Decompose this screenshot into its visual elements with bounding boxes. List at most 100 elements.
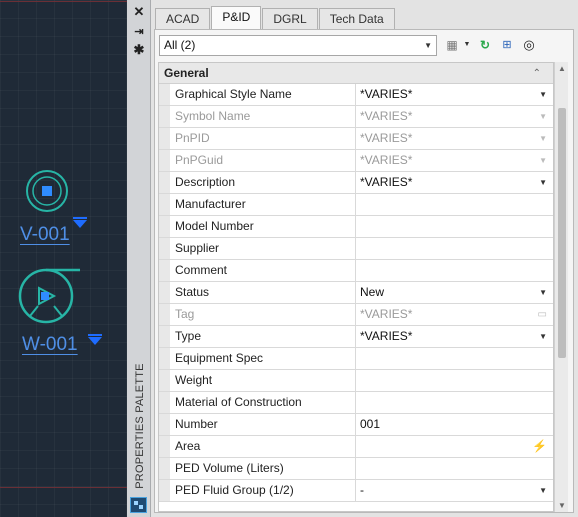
property-row[interactable]: PnPID *VARIES* ▼	[159, 128, 553, 150]
property-row[interactable]: Tag *VARIES* ▭	[159, 304, 553, 326]
property-row[interactable]: Equipment Spec	[159, 348, 553, 370]
vessel-symbol[interactable]	[24, 168, 70, 214]
property-name: Equipment Spec	[170, 348, 356, 369]
row-gutter	[159, 150, 170, 171]
property-value[interactable]: New ▼	[356, 282, 553, 303]
property-row[interactable]: Graphical Style Name *VARIES* ▼	[159, 84, 553, 106]
chevron-down-icon[interactable]: ▼	[539, 84, 547, 105]
row-gutter	[159, 128, 170, 149]
collapse-icon[interactable]: ⌃	[533, 63, 541, 84]
row-gutter	[159, 348, 170, 369]
tag-label[interactable]: V-001	[20, 224, 70, 246]
property-name: Comment	[170, 260, 356, 281]
settings-icon[interactable]: ✱	[131, 42, 147, 58]
property-row[interactable]: PED Volume (Liters)	[159, 458, 553, 480]
property-row[interactable]: Supplier	[159, 238, 553, 260]
property-row[interactable]: Model Number	[159, 216, 553, 238]
tab-pid[interactable]: P&ID	[211, 6, 262, 29]
property-value-text: *VARIES*	[360, 307, 413, 321]
property-value-text: *VARIES*	[360, 109, 413, 123]
toggle-pickadd-icon[interactable]: ↻	[477, 37, 493, 53]
vertical-scrollbar[interactable]: ▲ ▼	[554, 62, 568, 512]
auto-hide-icon[interactable]: ⇥	[131, 24, 147, 40]
property-name: Description	[170, 172, 356, 193]
property-value[interactable]	[356, 194, 553, 215]
palette-title-bar[interactable]: ✕ ⇥ ✱ PROPERTIES PALETTE	[127, 0, 151, 517]
property-name: PED Fluid Group (1/2)	[170, 480, 356, 501]
property-value[interactable]: ⚡	[356, 436, 553, 457]
tag-edit-icon[interactable]: ▭	[538, 304, 547, 325]
chevron-down-icon: ▼	[539, 112, 547, 121]
property-row[interactable]: Area ⚡	[159, 436, 553, 458]
chevron-down-icon: ▼	[539, 156, 547, 165]
tag-marker-triangle	[88, 337, 102, 345]
property-value[interactable]: *VARIES* ▼	[356, 172, 553, 193]
property-value[interactable]	[356, 216, 553, 237]
property-value[interactable]: *VARIES* ▼	[356, 84, 553, 105]
tag-label[interactable]: W-001	[22, 334, 78, 356]
palette-app-icon[interactable]	[130, 497, 147, 513]
property-value[interactable]: - ▼	[356, 480, 553, 501]
property-value: *VARIES* ▼	[356, 150, 553, 171]
scroll-up-icon[interactable]: ▲	[558, 64, 566, 73]
property-row[interactable]: PnPGuid *VARIES* ▼	[159, 150, 553, 172]
tag-marker-bar	[88, 334, 102, 336]
property-name: Material of Construction	[170, 392, 356, 413]
chevron-down-icon: ▼	[424, 41, 432, 50]
properties-palette: ✕ ⇥ ✱ PROPERTIES PALETTE ACAD P&ID DGRL …	[127, 0, 578, 517]
property-row[interactable]: Weight	[159, 370, 553, 392]
scroll-thumb[interactable]	[558, 108, 566, 358]
selection-dropdown[interactable]: All (2) ▼	[159, 35, 437, 56]
chevron-down-icon[interactable]: ▼	[539, 326, 547, 347]
property-value[interactable]	[356, 238, 553, 259]
row-gutter	[159, 260, 170, 281]
row-gutter	[159, 414, 170, 435]
property-row[interactable]: Material of Construction	[159, 392, 553, 414]
property-value[interactable]: *VARIES* ▼	[356, 326, 553, 347]
chevron-down-icon[interactable]: ▼	[539, 480, 547, 501]
palette-tabs: ACAD P&ID DGRL Tech Data	[155, 6, 396, 30]
tab-tech-data[interactable]: Tech Data	[318, 8, 395, 29]
canvas-line	[0, 487, 127, 488]
chevron-down-icon[interactable]: ▼	[459, 37, 475, 53]
property-value[interactable]: 001	[356, 414, 553, 435]
property-row[interactable]: Status New ▼	[159, 282, 553, 304]
row-gutter	[159, 282, 170, 303]
drawing-canvas[interactable]: V-001 W-001	[0, 0, 127, 517]
close-icon[interactable]: ✕	[131, 4, 147, 20]
chevron-down-icon[interactable]: ▼	[539, 282, 547, 303]
property-value-text: *VARIES*	[360, 87, 413, 101]
property-value-text: *VARIES*	[360, 131, 413, 145]
tab-acad[interactable]: ACAD	[155, 8, 211, 29]
scroll-down-icon[interactable]: ▼	[558, 501, 566, 510]
row-gutter	[159, 216, 170, 237]
property-name: PED Volume (Liters)	[170, 458, 356, 479]
pump-symbol[interactable]	[14, 266, 82, 326]
property-value[interactable]	[356, 392, 553, 413]
property-row[interactable]: Manufacturer	[159, 194, 553, 216]
chevron-down-icon[interactable]: ▼	[539, 172, 547, 193]
property-row[interactable]: Description *VARIES* ▼	[159, 172, 553, 194]
select-objects-icon[interactable]: ⊞	[499, 37, 515, 53]
property-row[interactable]: PED Fluid Group (1/2) - ▼	[159, 480, 553, 502]
property-value[interactable]	[356, 370, 553, 391]
category-header[interactable]: General ⌃	[159, 63, 553, 84]
property-row[interactable]: Comment	[159, 260, 553, 282]
property-value-text: *VARIES*	[360, 153, 413, 167]
quick-select-icon[interactable]: ▦	[444, 37, 460, 53]
tag-marker-bar	[73, 217, 87, 219]
tab-dgrl[interactable]: DGRL	[262, 8, 318, 29]
row-gutter	[159, 480, 170, 501]
lightning-icon[interactable]: ⚡	[532, 436, 547, 457]
property-row[interactable]: Number 001	[159, 414, 553, 436]
hide-show-icon[interactable]: ◎	[521, 37, 537, 53]
property-value[interactable]	[356, 260, 553, 281]
property-value[interactable]	[356, 458, 553, 479]
property-value[interactable]	[356, 348, 553, 369]
property-row[interactable]: Symbol Name *VARIES* ▼	[159, 106, 553, 128]
property-name: Weight	[170, 370, 356, 391]
row-gutter	[159, 392, 170, 413]
property-row[interactable]: Type *VARIES* ▼	[159, 326, 553, 348]
property-name: Status	[170, 282, 356, 303]
row-gutter	[159, 304, 170, 325]
